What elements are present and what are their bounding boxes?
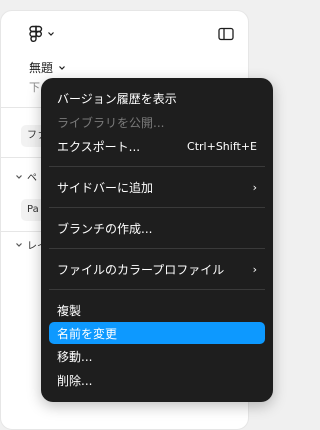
menu-item-move[interactable]: 移動... [49, 345, 265, 367]
submenu-arrow-icon: › [252, 262, 257, 276]
file-name-text: 無題 [29, 61, 54, 75]
menu-item-label: ブランチの作成... [57, 221, 153, 236]
main-menu-trigger[interactable] [29, 25, 55, 43]
pages-section-header[interactable]: ペ [15, 169, 37, 184]
menu-item-label: ファイルのカラープロファイル [57, 262, 225, 277]
menu-item-label: 名前を変更 [57, 326, 118, 341]
chevron-down-icon [59, 65, 65, 70]
menu-item-export[interactable]: エクスポート... Ctrl+Shift+E [49, 135, 265, 157]
menu-separator [49, 207, 265, 208]
menu-item-version-history[interactable]: バージョン履歴を表示 [49, 87, 265, 109]
menu-separator [49, 248, 265, 249]
menu-item-publish-library: ライブラリを公開... [49, 111, 265, 133]
menu-item-label: 複製 [57, 303, 82, 318]
pages-section-label: ペ [27, 173, 37, 184]
menu-item-shortcut: Ctrl+Shift+E [187, 139, 257, 153]
figma-logo-icon [29, 25, 43, 42]
menu-separator [49, 289, 265, 290]
file-subtitle: 下 [29, 81, 40, 94]
menu-item-duplicate[interactable]: 複製 [49, 299, 265, 321]
menu-item-label: 移動... [57, 349, 93, 364]
menu-item-color-profile[interactable]: ファイルのカラープロファイル › [49, 258, 265, 280]
file-name[interactable]: 無題 [29, 59, 66, 76]
menu-item-label: 削除... [57, 373, 93, 388]
menu-item-delete[interactable]: 削除... [49, 369, 265, 391]
menu-item-label: バージョン履歴を表示 [57, 91, 177, 106]
submenu-arrow-icon: › [252, 180, 257, 194]
menu-item-label: ライブラリを公開... [57, 115, 165, 130]
context-menu: バージョン履歴を表示 ライブラリを公開... エクスポート... Ctrl+Sh… [41, 78, 273, 402]
menu-item-label: エクスポート... [57, 139, 141, 154]
chevron-down-icon [48, 32, 54, 36]
chevron-down-icon [16, 174, 22, 179]
menu-item-add-to-sidebar[interactable]: サイドバーに追加 › [49, 176, 265, 198]
menu-item-label: サイドバーに追加 [57, 180, 154, 195]
sidebar-layout-icon[interactable] [218, 27, 234, 41]
menu-item-create-branch[interactable]: ブランチの作成... [49, 217, 265, 239]
chevron-down-icon [16, 242, 22, 247]
menu-separator [49, 166, 265, 167]
menu-item-rename[interactable]: 名前を変更 [49, 322, 265, 344]
